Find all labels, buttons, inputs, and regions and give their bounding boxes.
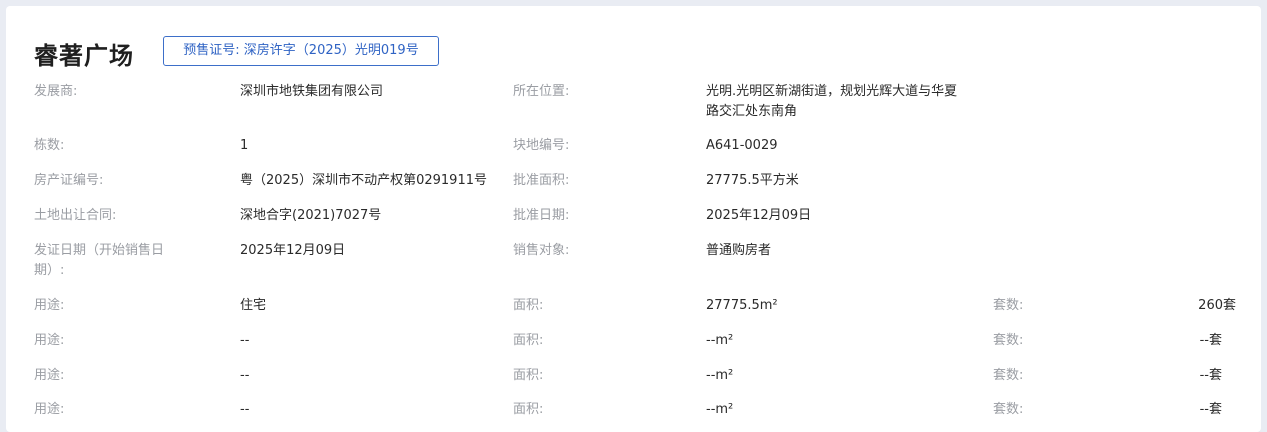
area-value: 27775.5m² bbox=[706, 298, 778, 313]
units-value: --套 bbox=[1199, 402, 1222, 417]
use-label: 用途: bbox=[34, 402, 65, 417]
use-value: -- bbox=[240, 333, 250, 348]
issue-date-label-line1: 发证日期（开始销售日 bbox=[34, 243, 165, 258]
property-cert-value: 粤（2025）深圳市不动产权第0291911号 bbox=[240, 173, 487, 188]
use-label: 用途: bbox=[34, 333, 65, 348]
property-cert-label: 房产证编号: bbox=[34, 173, 104, 188]
approval-date-value: 2025年12月09日 bbox=[706, 208, 812, 223]
area-value: --m² bbox=[706, 402, 734, 417]
area-label: 面积: bbox=[513, 298, 544, 313]
sales-target-value: 普通购房者 bbox=[706, 243, 772, 258]
plot-label: 块地编号: bbox=[513, 138, 570, 153]
area-label: 面积: bbox=[513, 333, 544, 348]
area-label: 面积: bbox=[513, 402, 544, 417]
use-value: 住宅 bbox=[240, 298, 267, 313]
units-label: 套数: bbox=[993, 402, 1024, 417]
use-label: 用途: bbox=[34, 368, 65, 383]
buildings-label: 栋数: bbox=[34, 138, 65, 153]
use-value: -- bbox=[240, 368, 250, 383]
project-title: 睿著广场 bbox=[34, 42, 134, 70]
presale-permit-badge[interactable]: 预售证号: 深房许字（2025）光明019号 bbox=[163, 36, 439, 66]
units-label: 套数: bbox=[993, 368, 1024, 383]
sales-target-label: 销售对象: bbox=[513, 243, 570, 258]
units-value: --套 bbox=[1199, 368, 1222, 383]
issue-date-value: 2025年12月09日 bbox=[240, 243, 346, 258]
units-value: --套 bbox=[1199, 333, 1222, 348]
location-value-line1: 光明.光明区新湖街道，规划光辉大道与华夏 bbox=[706, 84, 958, 99]
developer-value: 深圳市地铁集团有限公司 bbox=[240, 84, 384, 99]
area-value: --m² bbox=[706, 368, 734, 383]
developer-label: 发展商: bbox=[34, 84, 78, 99]
approved-area-value: 27775.5平方米 bbox=[706, 173, 799, 188]
units-label: 套数: bbox=[993, 298, 1024, 313]
approved-area-label: 批准面积: bbox=[513, 173, 570, 188]
plot-value: A641-0029 bbox=[706, 138, 778, 153]
approval-date-label: 批准日期: bbox=[513, 208, 570, 223]
area-label: 面积: bbox=[513, 368, 544, 383]
location-label: 所在位置: bbox=[513, 84, 570, 99]
units-label: 套数: bbox=[993, 333, 1024, 348]
units-value: 260套 bbox=[1198, 298, 1236, 313]
project-detail-card: 睿著广场 预售证号: 深房许字（2025）光明019号 发展商: 深圳市地铁集团… bbox=[6, 6, 1261, 432]
area-value: --m² bbox=[706, 333, 734, 348]
land-contract-label: 土地出让合同: bbox=[34, 208, 117, 223]
land-contract-value: 深地合字(2021)7027号 bbox=[240, 208, 382, 223]
use-label: 用途: bbox=[34, 298, 65, 313]
location-value-line2: 路交汇处东南角 bbox=[706, 104, 798, 119]
buildings-value: 1 bbox=[240, 138, 249, 153]
use-value: -- bbox=[240, 402, 250, 417]
issue-date-label-line2: 期）: bbox=[34, 263, 65, 278]
